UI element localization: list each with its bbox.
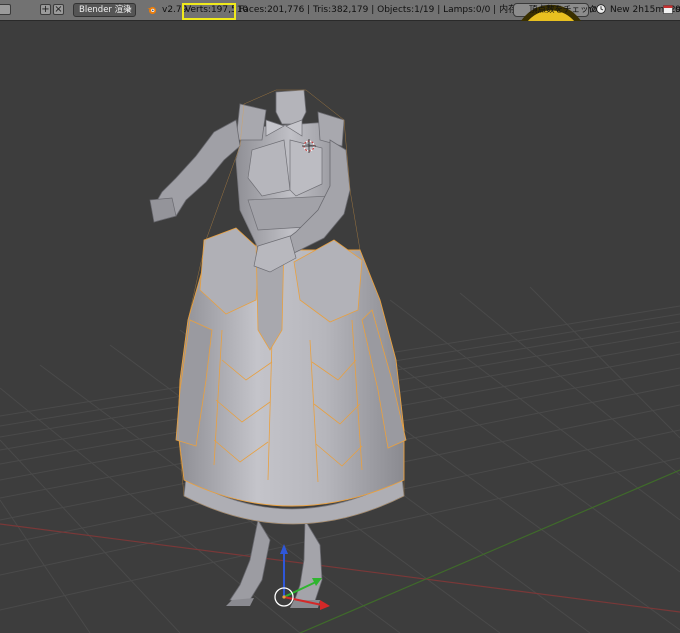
header-left-edge-button[interactable] <box>0 4 11 15</box>
calendar-icon <box>663 5 673 14</box>
updown-arrows-icon: ⇕ <box>126 6 132 14</box>
render-engine-value: Blender 渲染 <box>79 5 132 15</box>
close-icon: × <box>54 4 63 15</box>
plus-icon: + <box>41 4 50 15</box>
info-header: + × Blender 渲染 ⇕ v2.79 Verts:197,510 Fac… <box>0 0 680 78</box>
blender-logo-icon <box>147 6 157 15</box>
armor-dress-mesh[interactable] <box>149 89 407 608</box>
x-axis-line <box>0 523 680 613</box>
add-screen-button[interactable]: + <box>40 4 51 15</box>
delete-screen-button[interactable]: × <box>53 4 64 15</box>
render-engine-select[interactable]: Blender 渲染 ⇕ <box>73 3 136 17</box>
check-vertex-count-label: 頂点数をチェック <box>529 5 598 15</box>
viewport-canvas <box>0 89 680 633</box>
object-origin-dot <box>282 595 286 599</box>
check-vertex-count-button[interactable]: 頂点数をチェック <box>513 3 597 78</box>
verts-highlight-box <box>182 3 236 20</box>
cut-off-text: 0 <box>675 5 680 15</box>
blender-window: + × Blender 渲染 ⇕ v2.79 Verts:197,510 Fac… <box>0 0 680 633</box>
3d-viewport[interactable] <box>0 21 680 633</box>
clock-icon <box>596 4 606 14</box>
x-arrow-head[interactable] <box>320 600 330 610</box>
